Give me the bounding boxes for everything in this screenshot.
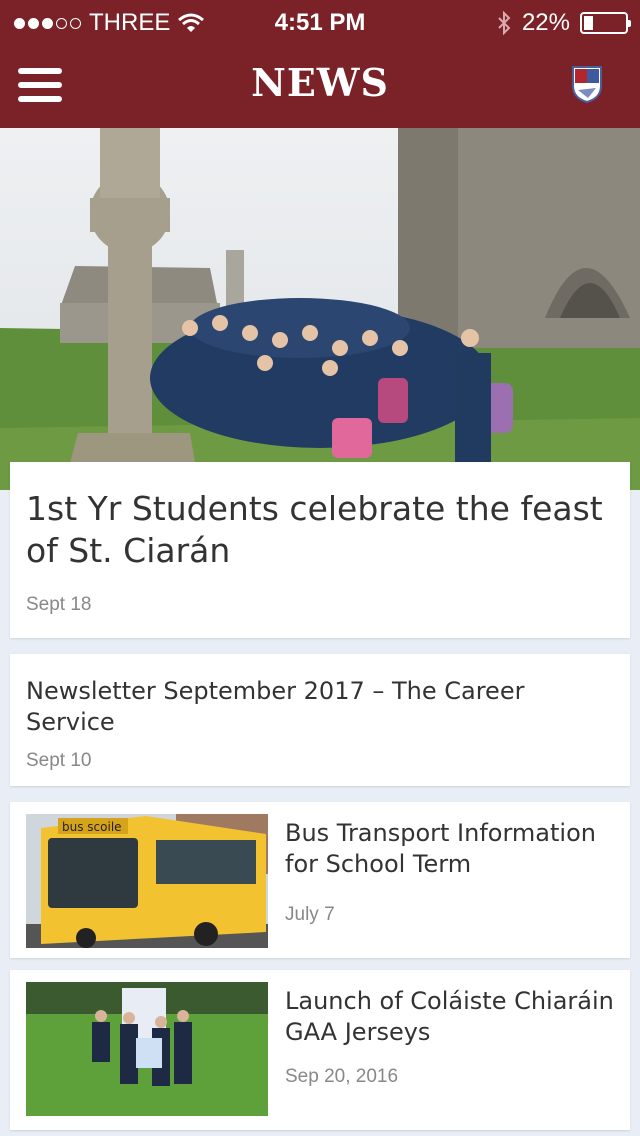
article-headline[interactable]: Launch of Coláiste Chiaráin GAA Jerseys [285,986,615,1048]
thumb-bus-sign: bus scoile [62,820,122,834]
app-header: THREE 4:51 PM 22% NEWS [0,0,640,128]
article-date: Sept 10 [26,750,92,771]
article-headline[interactable]: Bus Transport Information for School Ter… [285,818,615,880]
article-card[interactable]: Newsletter September 2017 – The Career S… [10,654,630,786]
battery-level [584,16,593,30]
bluetooth-icon [498,11,511,35]
featured-article-card[interactable]: 1st Yr Students celebrate the feast of S… [10,462,630,638]
featured-article-image[interactable] [0,128,640,490]
article-headline[interactable]: Newsletter September 2017 – The Career S… [26,676,616,738]
school-crest-icon[interactable] [570,64,604,104]
article-card[interactable]: Launch of Coláiste Chiaráin GAA Jerseys … [10,970,630,1130]
status-right: 22% [496,9,631,37]
article-date: Sep 20, 2016 [285,1066,399,1087]
article-thumbnail[interactable] [26,982,268,1116]
featured-headline[interactable]: 1st Yr Students celebrate the feast of S… [26,488,616,572]
article-thumbnail[interactable]: bus scoile [26,814,268,948]
article-date: July 7 [285,904,335,925]
status-bar: THREE 4:51 PM 22% [0,0,640,44]
featured-date: Sept 18 [26,594,92,615]
page-title: NEWS [251,60,389,105]
hero-photo [0,128,640,490]
article-card[interactable]: bus scoile Bus Transport Information for… [10,802,630,958]
battery-icon [580,12,631,34]
battery-percent: 22% [521,9,570,36]
